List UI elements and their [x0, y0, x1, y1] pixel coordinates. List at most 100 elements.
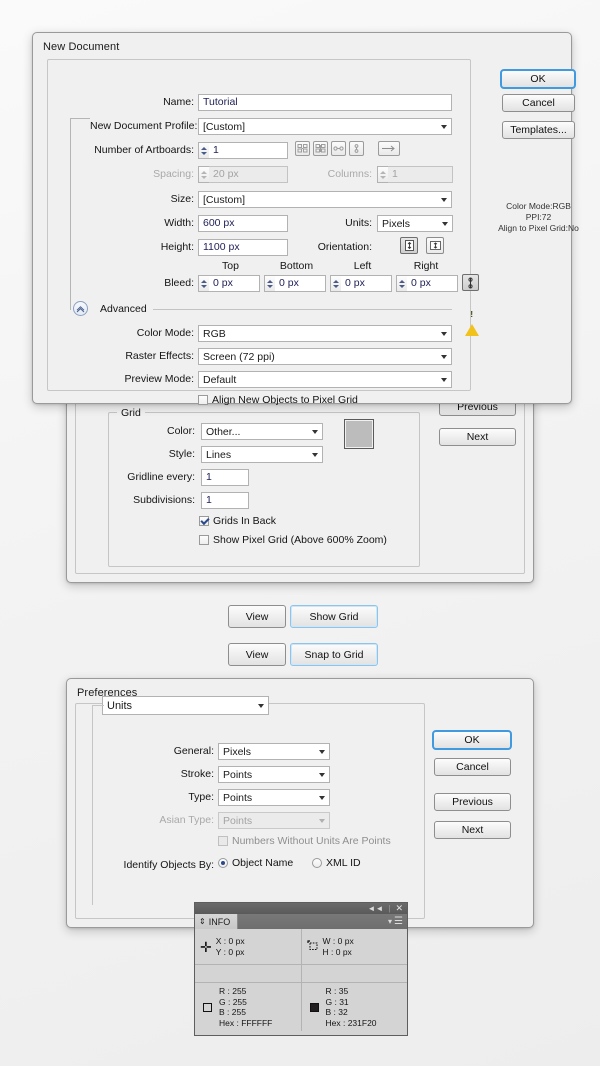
chevron-down-icon: [441, 377, 447, 382]
grid-by-row-icon[interactable]: [295, 141, 310, 156]
artboards-value-field[interactable]: 1: [209, 142, 288, 159]
grid-color-select[interactable]: Other...: [201, 423, 323, 440]
identify-xml-id-radio[interactable]: [312, 858, 322, 868]
bleed-right-value: 0 px: [411, 277, 431, 289]
show-pixel-grid-checkbox[interactable]: [199, 535, 209, 545]
stroke-units-select[interactable]: Points: [218, 766, 330, 783]
spacing-stepper: 20 px: [198, 166, 288, 183]
grids-in-back-row[interactable]: Grids In Back: [199, 515, 276, 527]
new-document-cancel-button[interactable]: Cancel: [502, 94, 575, 112]
bleed-bottom-spinner[interactable]: [264, 275, 275, 292]
bleed-top-stepper[interactable]: 0 px: [198, 275, 260, 292]
identify-xml-id-radio-row[interactable]: XML ID: [312, 857, 361, 869]
info-h-value: : 0 px: [331, 946, 352, 957]
width-input[interactable]: 600 px: [198, 215, 288, 232]
orientation-landscape-button[interactable]: [426, 237, 444, 254]
units-label: Units:: [345, 217, 372, 229]
collapse-icon[interactable]: ◄◄: [368, 904, 384, 913]
stroke-g: G : 31: [325, 996, 349, 1007]
spacing-spinner: [198, 166, 209, 183]
grid-color-swatch[interactable]: [344, 419, 374, 449]
artboards-spinner[interactable]: [198, 142, 209, 159]
view-menu-button-1[interactable]: View: [228, 605, 286, 628]
new-document-templates-button[interactable]: Templates...: [502, 121, 575, 139]
chevron-down-icon: [312, 429, 318, 434]
show-grid-label: Show Grid: [309, 610, 359, 623]
artboards-stepper[interactable]: 1: [198, 142, 288, 159]
align-pixel-grid-row[interactable]: Align New Objects to Pixel Grid: [198, 394, 358, 406]
preferences-cancel-button[interactable]: Cancel: [434, 758, 511, 776]
show-grid-menu-item[interactable]: Show Grid: [290, 605, 378, 628]
snap-to-grid-menu-item[interactable]: Snap to Grid: [290, 643, 378, 666]
grid-next-button[interactable]: Next: [439, 428, 516, 446]
panel-menu-icon[interactable]: ▾ ☰: [388, 914, 407, 929]
identify-object-name-radio[interactable]: [218, 858, 228, 868]
profile-select[interactable]: [Custom]: [198, 118, 452, 135]
info-row-colors: R : 255 G : 255 B : 255 Hex : FFFFFF R :…: [195, 983, 407, 1031]
type-units-select[interactable]: Points: [218, 789, 330, 806]
columns-value-field: 1: [388, 166, 453, 183]
bleed-right-spinner[interactable]: [396, 275, 407, 292]
grid-style-value: Lines: [206, 448, 232, 461]
arrange-by-column-icon[interactable]: [349, 141, 364, 156]
bleed-bottom-stepper[interactable]: 0 px: [264, 275, 326, 292]
bleed-top-field[interactable]: 0 px: [209, 275, 260, 292]
subdivisions-input[interactable]: 1: [201, 492, 249, 509]
color-mode-select[interactable]: RGB: [198, 325, 452, 342]
new-document-ok-button[interactable]: OK: [500, 69, 576, 89]
preferences-section-select[interactable]: Units: [102, 696, 269, 715]
layout-direction-icon[interactable]: [378, 141, 400, 156]
bleed-right-stepper[interactable]: 0 px: [396, 275, 458, 292]
info-x-label: X: [215, 936, 222, 946]
columns-label: Columns:: [327, 168, 372, 180]
bleed-link-button[interactable]: [462, 274, 479, 291]
close-icon[interactable]: ✕: [395, 904, 403, 913]
bleed-left-stepper[interactable]: 0 px: [330, 275, 392, 292]
preferences-previous-button[interactable]: Previous: [434, 793, 511, 811]
info-panel-body: ✛ X : 0 px Y : 0 px W : 0 px H : 0 px R …: [195, 929, 407, 1031]
preview-mode-select[interactable]: Default: [198, 371, 452, 388]
columns-spinner: [377, 166, 388, 183]
raster-effects-select[interactable]: Screen (72 ppi): [198, 348, 452, 365]
bleed-bottom-field[interactable]: 0 px: [275, 275, 326, 292]
bleed-right-field[interactable]: 0 px: [407, 275, 458, 292]
size-select[interactable]: [Custom]: [198, 191, 452, 208]
view-menu-button-2[interactable]: View: [228, 643, 286, 666]
bleed-top-header: Top: [222, 260, 239, 272]
identify-object-name-radio-row[interactable]: Object Name: [218, 857, 293, 869]
bleed-left-field[interactable]: 0 px: [341, 275, 392, 292]
align-pixel-grid-checkbox[interactable]: [198, 395, 208, 405]
asian-type-label: Asian Type:: [159, 814, 214, 826]
advanced-label: Advanced: [100, 303, 147, 315]
raster-effects-label: Raster Effects:: [125, 350, 194, 362]
general-units-select[interactable]: Pixels: [218, 743, 330, 760]
info-h-label: H: [322, 946, 329, 957]
stroke-b: B : 32: [325, 1007, 348, 1017]
gridline-every-input[interactable]: 1: [201, 469, 249, 486]
drag-handle-icon[interactable]: ⇕: [199, 917, 206, 926]
grids-in-back-label: Grids In Back: [213, 515, 277, 527]
bleed-left-spinner[interactable]: [330, 275, 341, 292]
orientation-portrait-button[interactable]: [400, 237, 418, 254]
profile-bracket-top: [70, 118, 90, 119]
units-select[interactable]: Pixels: [377, 215, 453, 232]
grids-in-back-checkbox[interactable]: [199, 516, 209, 526]
bleed-bottom-header: Bottom: [279, 260, 314, 272]
preferences-next-button[interactable]: Next: [434, 821, 511, 839]
bleed-top-spinner[interactable]: [198, 275, 209, 292]
stroke-label: Stroke:: [180, 768, 214, 780]
arrange-by-row-icon[interactable]: [331, 141, 346, 156]
numbers-without-units-label: Numbers Without Units Are Points: [232, 835, 391, 847]
preferences-ok-button[interactable]: OK: [432, 730, 512, 750]
name-input[interactable]: Tutorial: [198, 94, 452, 111]
grid-by-column-icon[interactable]: [313, 141, 328, 156]
show-pixel-grid-row[interactable]: Show Pixel Grid (Above 600% Zoom): [199, 534, 387, 546]
tab-info[interactable]: ⇕ INFO: [195, 914, 239, 929]
grid-style-select[interactable]: Lines: [201, 446, 323, 463]
height-input[interactable]: 1100 px: [198, 239, 288, 256]
advanced-disclosure-button[interactable]: [73, 301, 88, 316]
show-pixel-grid-label: Show Pixel Grid (Above 600% Zoom): [213, 534, 387, 546]
fill-b: B : 255: [219, 1007, 246, 1017]
chevron-down-icon: [441, 354, 447, 359]
profile-bracket: [70, 118, 71, 310]
